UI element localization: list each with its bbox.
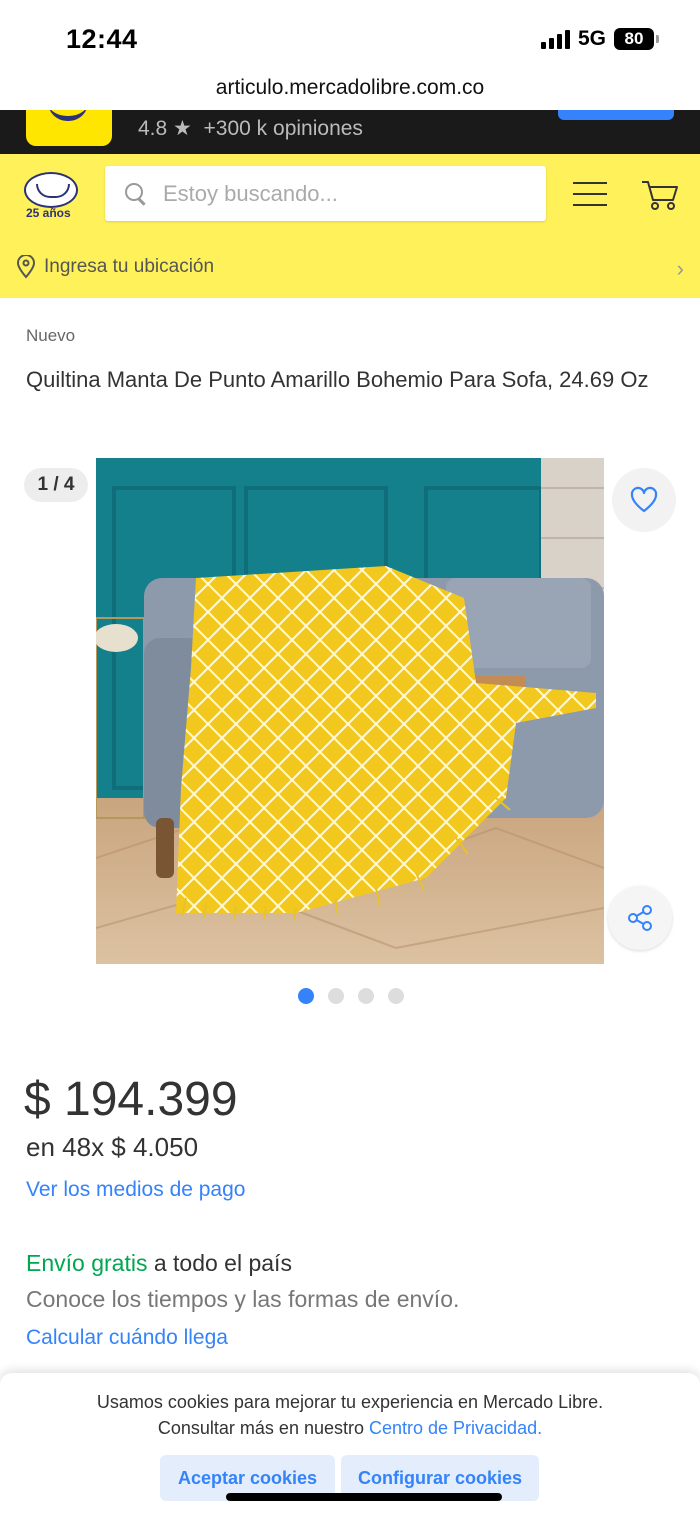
gallery-pagination[interactable] bbox=[298, 988, 404, 1004]
search-input[interactable] bbox=[163, 180, 523, 207]
url-bar[interactable]: articulo.mercadolibre.com.co bbox=[0, 72, 700, 110]
signal-icon bbox=[540, 29, 570, 49]
gallery-dot[interactable] bbox=[358, 988, 374, 1004]
shipping-info: Envío gratis a todo el país bbox=[26, 1250, 292, 1277]
location-label: Ingresa tu ubicación bbox=[44, 256, 215, 277]
app-open-button[interactable] bbox=[558, 110, 674, 120]
cookie-text: Usamos cookies para mejorar tu experienc… bbox=[0, 1389, 700, 1441]
network-type: 5G bbox=[577, 27, 606, 50]
logo-caption: 25 años bbox=[26, 206, 71, 220]
app-logo bbox=[26, 110, 112, 146]
location-selector[interactable]: Ingresa tu ubicación › bbox=[16, 252, 686, 282]
payment-methods-link[interactable]: Ver los medios de pago bbox=[26, 1178, 245, 1202]
battery-icon: 80 bbox=[614, 28, 659, 50]
app-install-banner[interactable]: 4.8 ★ +300 k opiniones bbox=[0, 110, 700, 154]
gallery-counter: 1 / 4 bbox=[24, 468, 88, 502]
status-bar: 12:44 5G 80 bbox=[0, 0, 700, 72]
handshake-icon bbox=[24, 172, 78, 208]
product-condition: Nuevo bbox=[26, 326, 76, 345]
cookie-line1: Usamos cookies para mejorar tu experienc… bbox=[96, 1392, 604, 1412]
product-title: Quiltina Manta De Punto Amarillo Bohemio… bbox=[26, 367, 649, 392]
star-icon: ★ bbox=[173, 117, 192, 140]
search-bar[interactable] bbox=[105, 166, 546, 221]
home-indicator[interactable] bbox=[226, 1493, 502, 1501]
heart-icon bbox=[630, 486, 658, 513]
chevron-right-icon: › bbox=[676, 256, 684, 281]
product-image[interactable] bbox=[96, 458, 604, 964]
privacy-center-link[interactable]: Centro de Privacidad. bbox=[369, 1418, 542, 1438]
share-icon bbox=[628, 905, 652, 931]
status-indicators: 5G 80 bbox=[540, 27, 659, 51]
shipping-scope: a todo el país bbox=[147, 1250, 292, 1276]
hamburger-menu-icon[interactable] bbox=[573, 182, 607, 206]
cart-icon[interactable] bbox=[640, 178, 680, 212]
gallery-dot[interactable] bbox=[328, 988, 344, 1004]
calculate-delivery-link[interactable]: Calcular cuándo llega bbox=[26, 1326, 228, 1350]
favorite-button[interactable] bbox=[612, 468, 676, 532]
search-icon bbox=[123, 181, 149, 207]
installments: en 48x $ 4.050 bbox=[26, 1132, 199, 1162]
rating-value: 4.8 bbox=[138, 117, 168, 140]
gallery-dot[interactable] bbox=[298, 988, 314, 1004]
location-pin-icon bbox=[16, 255, 36, 279]
shipping-subtitle: Conoce los tiempos y las formas de envío… bbox=[26, 1286, 460, 1312]
reviews-count: +300 k opiniones bbox=[203, 117, 363, 140]
site-header: 25 años Ingresa tu ubicación › bbox=[0, 154, 700, 298]
free-shipping-label: Envío gratis bbox=[26, 1250, 148, 1276]
status-time: 12:44 bbox=[66, 24, 138, 54]
gallery-dot[interactable] bbox=[388, 988, 404, 1004]
product-price: $ 194.399 bbox=[24, 1073, 238, 1126]
share-button[interactable] bbox=[608, 886, 672, 950]
app-rating: 4.8 ★ +300 k opiniones bbox=[138, 116, 363, 141]
cookie-line2: Consultar más en nuestro bbox=[157, 1418, 369, 1438]
